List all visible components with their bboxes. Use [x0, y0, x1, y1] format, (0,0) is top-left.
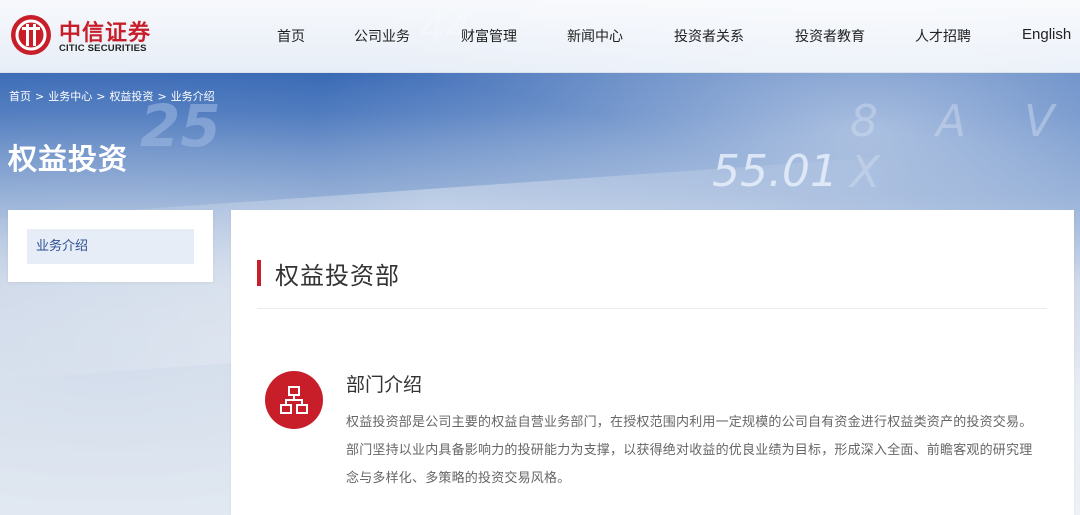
nav-item-business[interactable]: 公司业务: [354, 26, 410, 46]
hero-decor-number: 8 A V X: [850, 96, 1077, 198]
nav-item-wealth[interactable]: 财富管理: [461, 26, 517, 46]
section-divider: [257, 308, 1047, 309]
breadcrumb-item-home[interactable]: 首页: [9, 90, 31, 103]
breadcrumb-item-business-center[interactable]: 业务中心: [48, 90, 92, 103]
brand-name-en: CITIC SECURITIES: [59, 43, 147, 54]
breadcrumb-separator: >: [96, 90, 106, 103]
section-title-accent: [257, 260, 261, 286]
nav-item-investor-relations[interactable]: 投资者关系: [674, 26, 744, 46]
sidebar-item-business-intro[interactable]: 业务介绍: [27, 229, 194, 264]
sidebar: 业务介绍: [8, 210, 213, 282]
breadcrumb-item-equity-investment[interactable]: 权益投资: [109, 90, 153, 103]
nav-item-news[interactable]: 新闻中心: [567, 26, 623, 46]
nav-item-careers[interactable]: 人才招聘: [915, 26, 971, 46]
department-description: 权益投资部是公司主要的权益自营业务部门，在授权范围内利用一定规模的公司自有资金进…: [346, 415, 1033, 486]
nav-item-home[interactable]: 首页: [277, 26, 305, 46]
breadcrumb: 首页 > 业务中心 > 权益投资 > 业务介绍: [9, 88, 215, 104]
org-chart-glyph: [280, 386, 308, 414]
brand-logo[interactable]: 中信证券 CITIC SECURITIES: [10, 14, 170, 58]
nav-item-english[interactable]: English: [1022, 26, 1071, 43]
department-intro-title: 部门介绍: [346, 374, 423, 396]
citic-logo-icon: [11, 15, 51, 55]
page-title: 权益投资: [8, 142, 129, 176]
breadcrumb-separator: >: [35, 90, 45, 103]
breadcrumb-separator: >: [157, 90, 167, 103]
section-title: 权益投资部: [275, 262, 400, 290]
org-chart-icon: [265, 371, 323, 429]
hero-decor-number: 55.01: [712, 146, 838, 197]
nav-item-investor-education[interactable]: 投资者教育: [795, 26, 865, 46]
content-card: 权益投资部 部门介绍 权益投资部是公司主要的权益自营业务部门，在授权范围内利用一…: [231, 210, 1074, 515]
site-header: 中信证券 CITIC SECURITIES 首页 公司业务 财富管理 新闻中心 …: [0, 0, 1080, 73]
breadcrumb-item-business-intro[interactable]: 业务介绍: [171, 90, 215, 103]
